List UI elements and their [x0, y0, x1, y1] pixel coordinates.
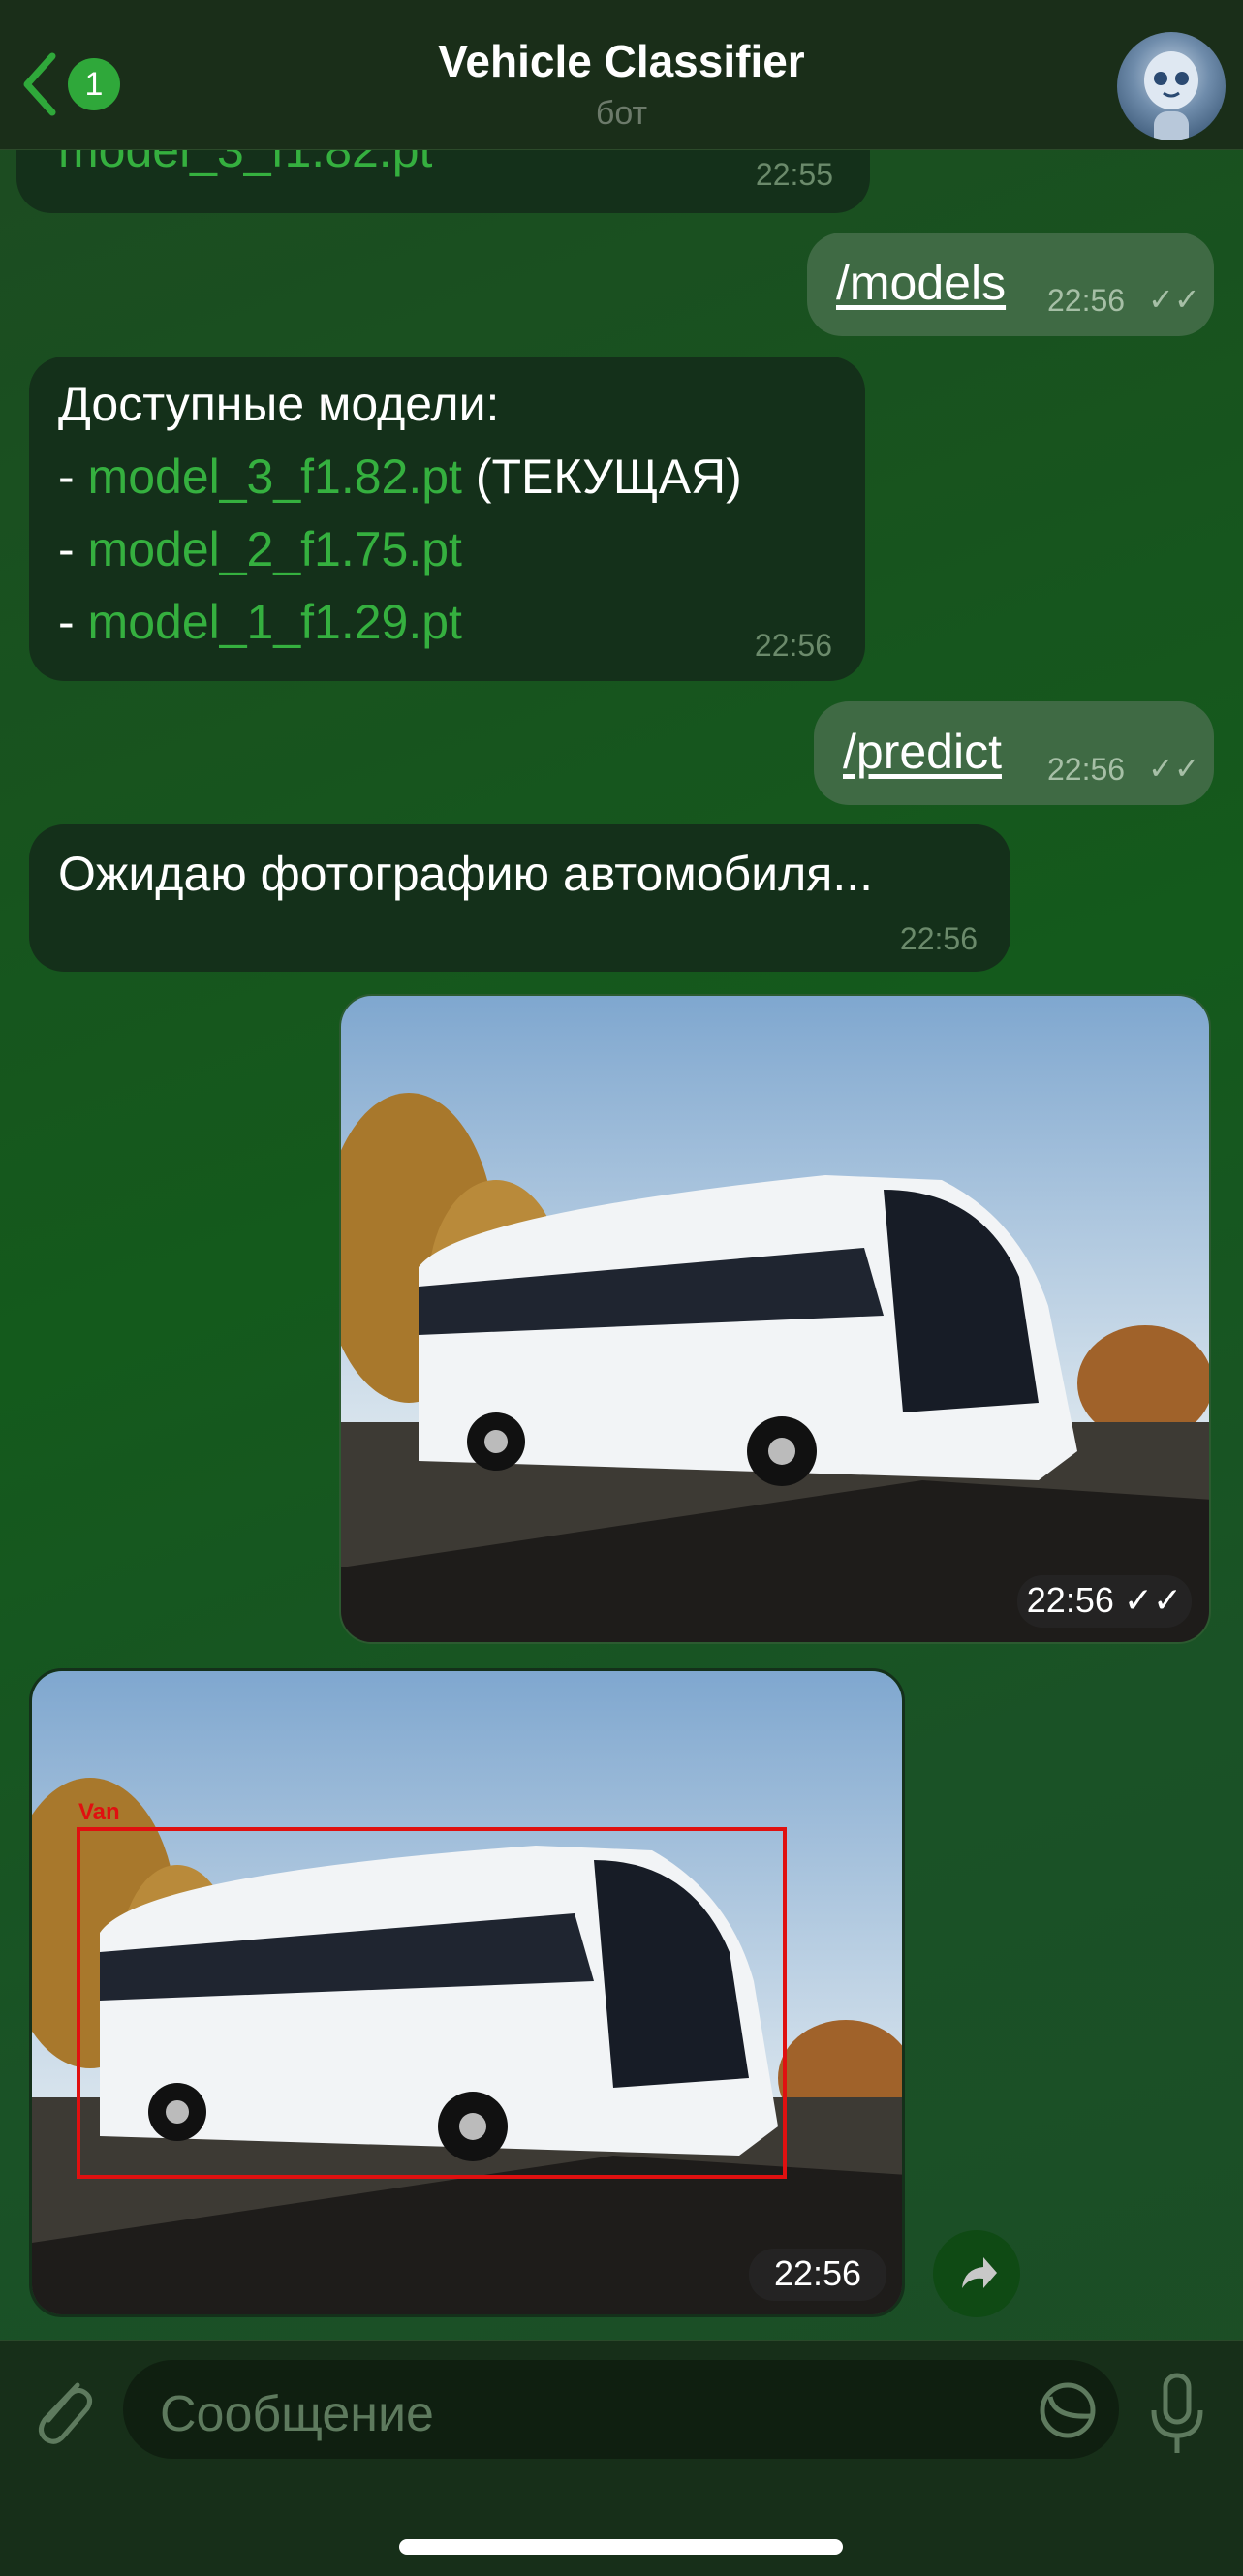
sticker-icon[interactable] — [1037, 2379, 1099, 2441]
forward-arrow-icon — [962, 2257, 997, 2288]
command-predict[interactable]: /predict — [843, 716, 1002, 789]
message-input-placeholder: Сообщение — [160, 2386, 434, 2442]
double-check-icon: ✓✓ — [1148, 282, 1200, 317]
message-time: 22:56 — [1026, 1580, 1114, 1620]
photo-time-badge: 22:56 — [749, 2249, 886, 2301]
chat-header: 1 Vehicle Classifier бот — [0, 0, 1243, 150]
message-time: 22:56 — [1047, 283, 1126, 318]
microphone-icon[interactable] — [1148, 2372, 1206, 2459]
item-prefix: - — [58, 450, 88, 504]
double-check-icon: ✓✓ — [1123, 1580, 1183, 1620]
bus-detection-image — [32, 1671, 902, 2314]
current-tag: (ТЕКУЩАЯ) — [461, 450, 742, 504]
photo-time-badge: 22:56 ✓✓ — [1017, 1575, 1192, 1628]
home-indicator — [399, 2539, 843, 2555]
model-link[interactable]: model_1_f1.29.pt — [88, 595, 462, 649]
robot-avatar-icon — [1144, 51, 1198, 140]
bot-avatar[interactable] — [1117, 32, 1226, 140]
chat-title[interactable]: Vehicle Classifier — [0, 35, 1243, 87]
model-item: - model_2_f1.75.pt — [58, 513, 742, 586]
message-time: 22:56 — [1047, 752, 1126, 787]
detection-label: Van — [78, 1799, 120, 1825]
message-bubble-incoming: Ожидаю фотографию автомобиля... 22:56 — [29, 824, 1010, 972]
models-list: Доступные модели: - model_3_f1.82.pt (ТЕ… — [58, 368, 742, 659]
chat-subtitle: бот — [595, 95, 648, 132]
message-bubble-outgoing: /predict 22:56 ✓✓ — [814, 701, 1214, 805]
message-time: 22:56 — [754, 628, 832, 663]
bus-photo-image — [341, 996, 1209, 1642]
item-prefix: - — [58, 522, 88, 576]
message-text: Ожидаю фотографию автомобиля... — [58, 847, 874, 901]
double-check-icon: ✓✓ — [1148, 751, 1200, 786]
received-photo[interactable]: Van 22:56 — [29, 1668, 905, 2317]
command-models[interactable]: /models — [836, 247, 1006, 320]
message-time: 22:55 — [755, 157, 833, 192]
sent-photo[interactable]: 22:56 ✓✓ — [339, 994, 1211, 1644]
message-bubble-incoming: Доступные модели: - model_3_f1.82.pt (ТЕ… — [29, 357, 865, 681]
paperclip-icon[interactable] — [29, 2374, 97, 2451]
message-time: 22:56 — [773, 2253, 862, 2293]
model-link[interactable]: model_3_f1.82.pt — [88, 450, 462, 504]
message-bubble-outgoing: /models 22:56 ✓✓ — [807, 233, 1214, 336]
model-item: - model_1_f1.29.pt — [58, 586, 742, 659]
model-link[interactable]: model_2_f1.75.pt — [88, 522, 462, 576]
item-prefix: - — [58, 595, 88, 649]
models-heading: Доступные модели: — [58, 377, 500, 431]
message-time: 22:56 — [899, 921, 978, 956]
forward-button[interactable] — [933, 2230, 1020, 2317]
model-item: - model_3_f1.82.pt (ТЕКУЩАЯ) — [58, 441, 742, 513]
